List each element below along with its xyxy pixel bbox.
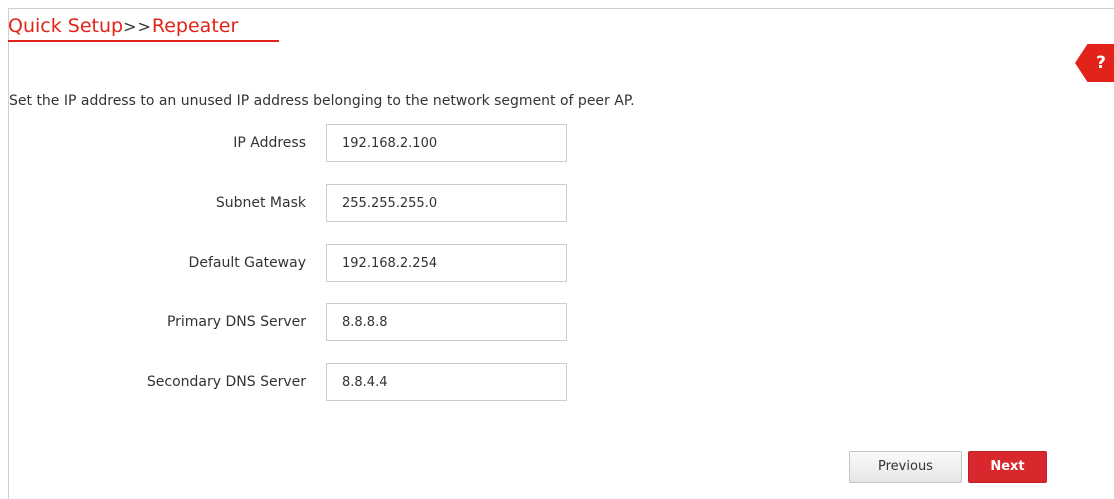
default-gateway-row: Default Gateway [0, 244, 600, 282]
default-gateway-label: Default Gateway [188, 255, 306, 271]
subnet-mask-row: Subnet Mask [0, 184, 600, 222]
breadcrumb-separator: >> [123, 17, 152, 36]
breadcrumb: Quick Setup>>Repeater [8, 14, 238, 39]
help-icon: ? [1096, 53, 1106, 73]
ip-address-row: IP Address [0, 124, 600, 162]
title-underline [8, 40, 279, 42]
next-button[interactable]: Next [968, 451, 1047, 483]
subnet-mask-label: Subnet Mask [215, 195, 306, 211]
secondary-dns-input[interactable] [326, 363, 567, 401]
subnet-mask-input[interactable] [326, 184, 567, 222]
primary-dns-input[interactable] [326, 303, 567, 341]
primary-dns-label: Primary DNS Server [166, 314, 306, 330]
breadcrumb-quick-setup[interactable]: Quick Setup [8, 15, 123, 37]
default-gateway-input[interactable] [326, 244, 567, 282]
ip-address-label: IP Address [233, 135, 306, 151]
ip-address-input[interactable] [326, 124, 567, 162]
instruction-text: Set the IP address to an unused IP addre… [9, 93, 635, 109]
previous-button[interactable]: Previous [849, 451, 962, 483]
secondary-dns-row: Secondary DNS Server [0, 363, 600, 401]
breadcrumb-repeater: Repeater [151, 15, 239, 37]
secondary-dns-label: Secondary DNS Server [146, 374, 306, 390]
primary-dns-row: Primary DNS Server [0, 303, 600, 341]
